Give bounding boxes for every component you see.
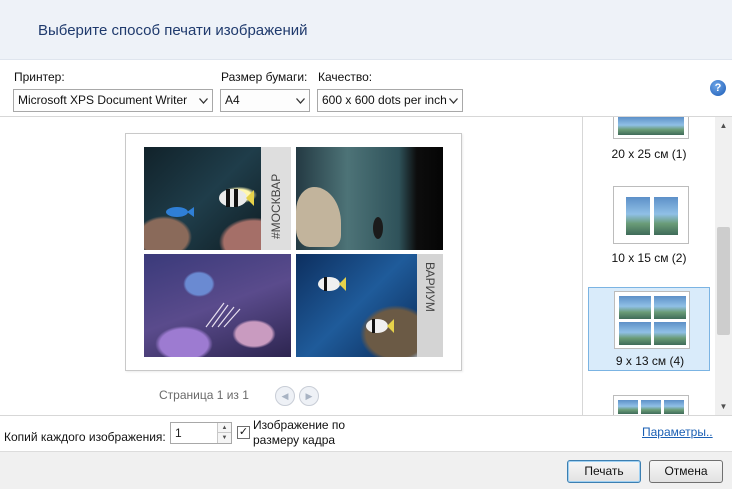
layout-item-20x25[interactable]: 20 x 25 см (1) — [588, 117, 710, 163]
copies-value[interactable]: 1 — [175, 426, 182, 440]
question-mark-icon[interactable]: ? — [710, 80, 726, 96]
printer-select-value: Microsoft XPS Document Writer — [18, 93, 188, 107]
options-link[interactable]: Параметры.. — [642, 425, 713, 439]
thumbnail-photo — [619, 296, 651, 319]
fish-icon — [373, 217, 383, 239]
layout-label: 20 x 25 см (1) — [611, 147, 687, 161]
arrow-right-icon: ▶ — [305, 391, 313, 401]
fish-icon — [166, 207, 194, 217]
paper-size-value: A4 — [225, 93, 240, 107]
scrollbar-thumb[interactable] — [717, 227, 730, 335]
layout-item-10x15[interactable]: 10 x 15 см (2) — [588, 183, 710, 267]
scroll-down-arrow-icon[interactable]: ▼ — [715, 398, 732, 415]
chevron-down-icon — [445, 90, 462, 111]
layout-thumbnail — [614, 291, 690, 349]
copies-label: Копий каждого изображения: — [4, 430, 166, 444]
chevron-down-icon — [292, 90, 309, 111]
dialog-header: Выберите способ печати изображений — [0, 0, 732, 60]
thumbnail-photo — [654, 322, 686, 345]
print-preview-area: #МОСКВАР ВАРИУМ Страница 1 из 1 ◀ ▶ — [0, 117, 582, 415]
photo-label-strip: ВАРИУМ — [417, 254, 443, 357]
printer-label: Принтер: — [14, 70, 65, 84]
layout-list[interactable]: 20 x 25 см (1) 10 x 15 см (2) 9 x 13 см … — [582, 117, 732, 415]
copies-stepper[interactable]: 1 ▲ ▼ — [170, 422, 232, 444]
thumbnail-photo — [618, 117, 684, 135]
quality-label: Качество: — [318, 70, 373, 84]
dialog-title: Выберите способ печати изображений — [38, 22, 308, 39]
layout-item-9x13[interactable]: 9 x 13 см (4) — [588, 287, 710, 371]
spin-down-icon[interactable]: ▼ — [217, 433, 231, 443]
dialog-footer: Печать Отмена — [0, 451, 732, 489]
layout-thumbnail — [613, 117, 689, 139]
layout-list-scrollbar[interactable]: ▲ ▼ — [715, 117, 732, 415]
layout-label: 9 x 13 см (4) — [615, 354, 685, 368]
layout-label: 10 x 15 см (2) — [611, 251, 687, 265]
cancel-button[interactable]: Отмена — [649, 460, 723, 483]
rock-shape — [296, 187, 341, 247]
arrow-left-icon: ◀ — [281, 391, 289, 401]
coral-icon — [205, 302, 241, 328]
thumbnail-photo — [654, 296, 686, 319]
layout-item-next[interactable] — [588, 395, 710, 415]
spin-up-icon[interactable]: ▲ — [217, 423, 231, 433]
preview-photo-1: #МОСКВАР — [144, 147, 291, 250]
paper-size-label: Размер бумаги: — [221, 70, 308, 84]
layout-thumbnail — [613, 186, 689, 244]
print-options-bar: Копий каждого изображения: 1 ▲ ▼ ✓ Изобр… — [0, 415, 732, 451]
preview-photo-3 — [144, 254, 291, 357]
fish-icon — [219, 189, 254, 207]
previous-page-button[interactable]: ◀ — [275, 386, 295, 406]
photo-label-text: #МОСКВАР — [269, 173, 283, 239]
quality-select[interactable]: 600 x 600 dots per inch — [317, 89, 463, 112]
thumbnail-photo — [654, 197, 678, 235]
photo-label-text: ВАРИУМ — [423, 262, 437, 312]
checkmark-icon: ✓ — [238, 426, 249, 438]
preview-photo-4: ВАРИУМ — [296, 254, 443, 357]
layout-thumbnail — [613, 395, 689, 415]
thumbnail-photo — [619, 322, 651, 345]
fit-to-frame-label[interactable]: Изображение по размеру кадра — [253, 418, 363, 448]
thumbnail-photo — [664, 400, 684, 414]
print-settings-toolbar: Принтер: Microsoft XPS Document Writer Р… — [0, 60, 732, 117]
quality-value: 600 x 600 dots per inch — [322, 93, 447, 107]
fit-to-frame-checkbox[interactable]: ✓ — [237, 426, 250, 439]
fish-icon — [366, 319, 394, 333]
print-button[interactable]: Печать — [567, 460, 641, 483]
scroll-up-arrow-icon[interactable]: ▲ — [715, 117, 732, 134]
thumbnail-photo — [641, 400, 661, 414]
page-indicator: Страница 1 из 1 — [159, 388, 249, 402]
preview-page: #МОСКВАР ВАРИУМ — [125, 133, 462, 371]
photo-label-strip: #МОСКВАР — [261, 147, 291, 250]
next-page-button[interactable]: ▶ — [299, 386, 319, 406]
chevron-down-icon — [195, 90, 212, 111]
preview-photo-2 — [296, 147, 443, 250]
printer-select[interactable]: Microsoft XPS Document Writer — [13, 89, 213, 112]
fish-icon — [318, 277, 346, 291]
paper-size-select[interactable]: A4 — [220, 89, 310, 112]
thumbnail-photo — [626, 197, 650, 235]
thumbnail-photo — [618, 400, 638, 414]
